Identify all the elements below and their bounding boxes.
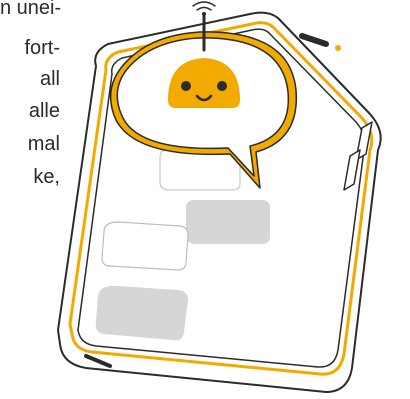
chatbot-phone-illustration [57,1,382,393]
message-bubble-outline-top [159,149,241,191]
message-bubble-outline-left [101,221,189,271]
wifi-signal-icon [192,1,216,16]
message-bubble-gray-bottom [95,285,188,341]
message-bubble-gray-right [186,200,270,244]
